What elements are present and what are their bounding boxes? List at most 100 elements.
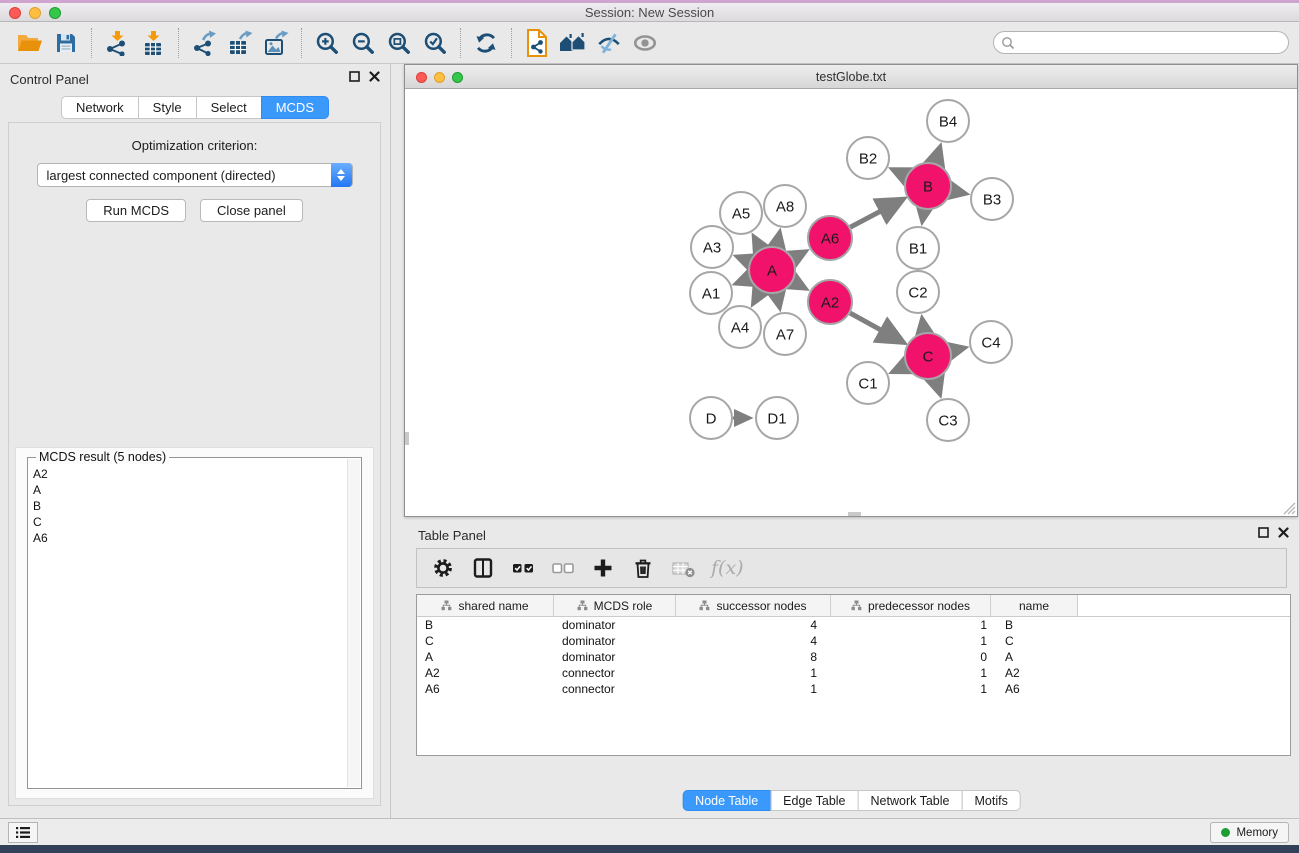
network-file-icon[interactable] — [519, 27, 555, 59]
graph-node-A[interactable]: A — [749, 247, 795, 293]
graph-edge-C-C1[interactable] — [894, 366, 907, 372]
tab-style[interactable]: Style — [138, 96, 197, 119]
graph-edge-C-C3[interactable] — [935, 379, 939, 393]
tab-network[interactable]: Network — [61, 96, 139, 119]
table-row[interactable]: Adominator80A — [417, 649, 1290, 665]
float-panel-icon[interactable] — [349, 71, 360, 82]
graph-edge-A-A7[interactable] — [777, 294, 780, 307]
tab-mcds[interactable]: MCDS — [261, 96, 329, 119]
graph-node-A4[interactable]: A4 — [719, 306, 761, 348]
zoom-fit-icon[interactable] — [381, 27, 417, 59]
tab-motifs[interactable]: Motifs — [961, 790, 1020, 811]
graph-node-D1[interactable]: D1 — [756, 397, 798, 439]
table-cell[interactable]: A2 — [417, 666, 554, 680]
table-row[interactable]: Cdominator41C — [417, 633, 1290, 649]
save-session-icon[interactable] — [48, 27, 84, 59]
column-header-MCDS-role[interactable]: MCDS role — [554, 595, 676, 616]
export-image-icon[interactable] — [258, 27, 294, 59]
create-column-icon[interactable] — [587, 553, 619, 583]
open-file-icon[interactable] — [12, 27, 48, 59]
graph-edge-B-B1[interactable] — [922, 210, 924, 221]
table-cell[interactable]: 4 — [676, 634, 831, 648]
tab-select[interactable]: Select — [196, 96, 262, 119]
show-panels-button[interactable] — [8, 822, 38, 843]
table-cell[interactable]: dominator — [554, 618, 676, 632]
graph-node-A5[interactable]: A5 — [720, 192, 762, 234]
close-panel-button[interactable]: Close panel — [200, 199, 303, 222]
delete-column-icon[interactable] — [627, 553, 659, 583]
graph-edge-C-C4[interactable] — [951, 348, 963, 351]
unselect-all-columns-icon[interactable] — [547, 553, 579, 583]
table-cell[interactable]: A — [417, 650, 554, 664]
graph-edge-A-A1[interactable] — [737, 278, 749, 283]
table-settings-gear-icon[interactable] — [427, 553, 459, 583]
graph-node-A8[interactable]: A8 — [764, 185, 806, 227]
criterion-select[interactable]: largest connected component (directed) — [37, 163, 353, 187]
zoom-out-icon[interactable] — [345, 27, 381, 59]
graph-node-B4[interactable]: B4 — [927, 100, 969, 142]
select-all-columns-icon[interactable] — [507, 553, 539, 583]
graph-node-B3[interactable]: B3 — [971, 178, 1013, 220]
memory-button[interactable]: Memory — [1210, 822, 1289, 843]
graph-edge-B-B2[interactable] — [893, 170, 906, 176]
table-cell[interactable]: C — [991, 634, 1078, 648]
table-cell[interactable]: connector — [554, 682, 676, 696]
tab-edge-table[interactable]: Edge Table — [770, 790, 858, 811]
table-cell[interactable]: 1 — [831, 618, 991, 632]
graph-node-A7[interactable]: A7 — [764, 313, 806, 355]
home-layout-icon[interactable] — [555, 27, 591, 59]
graph-edge-C-C2[interactable] — [922, 320, 924, 333]
graph-edge-B-B4[interactable] — [935, 148, 940, 163]
table-row[interactable]: A2connector11A2 — [417, 665, 1290, 681]
column-header-shared-name[interactable]: shared name — [417, 595, 554, 616]
graph-edge-A6-B[interactable] — [850, 200, 901, 227]
mcds-result-item[interactable]: A — [33, 482, 361, 498]
resize-grip[interactable] — [1283, 502, 1296, 515]
run-mcds-button[interactable]: Run MCDS — [86, 199, 186, 222]
network-canvas[interactable]: AA1A2A3A4A5A6A7A8BB1B2B3B4CC1C2C3C4DD1 — [405, 89, 1297, 516]
export-table-icon[interactable] — [222, 27, 258, 59]
graph-node-A6[interactable]: A6 — [808, 216, 852, 260]
import-network-icon[interactable] — [99, 27, 135, 59]
search-box[interactable] — [993, 31, 1289, 54]
graph-node-A1[interactable]: A1 — [690, 272, 732, 314]
graph-edge-A-A8[interactable] — [777, 233, 780, 246]
table-cell[interactable]: B — [417, 618, 554, 632]
graph-node-D[interactable]: D — [690, 397, 732, 439]
close-table-panel-icon[interactable] — [1278, 527, 1289, 538]
tab-node-table[interactable]: Node Table — [682, 790, 771, 811]
column-header-name[interactable]: name — [991, 595, 1078, 616]
table-cell[interactable]: dominator — [554, 650, 676, 664]
graph-edge-A2-C[interactable] — [850, 313, 902, 341]
table-cell[interactable]: 1 — [831, 682, 991, 696]
table-cell[interactable]: A6 — [417, 682, 554, 696]
canvas-vertical-scrollbar[interactable] — [405, 432, 409, 445]
refresh-icon[interactable] — [468, 27, 504, 59]
zoom-selected-icon[interactable] — [417, 27, 453, 59]
mcds-result-item[interactable]: C — [33, 514, 361, 530]
table-cell[interactable]: connector — [554, 666, 676, 680]
graph-edge-B-B3[interactable] — [952, 191, 965, 194]
graph-node-B[interactable]: B — [905, 163, 951, 209]
zoom-in-icon[interactable] — [309, 27, 345, 59]
graph-node-B1[interactable]: B1 — [897, 227, 939, 269]
table-cell[interactable]: dominator — [554, 634, 676, 648]
result-list-scrollbar[interactable] — [347, 459, 360, 787]
tab-network-table[interactable]: Network Table — [858, 790, 963, 811]
graph-node-A2[interactable]: A2 — [808, 280, 852, 324]
table-cell[interactable]: A — [991, 650, 1078, 664]
table-cell[interactable]: 4 — [676, 618, 831, 632]
graph-edge-A-A2[interactable] — [793, 282, 805, 288]
table-cell[interactable]: C — [417, 634, 554, 648]
graph-node-C1[interactable]: C1 — [847, 362, 889, 404]
graph-node-C3[interactable]: C3 — [927, 399, 969, 441]
graph-node-C[interactable]: C — [905, 333, 951, 379]
canvas-horizontal-scrollbar[interactable] — [848, 512, 861, 516]
graph-edge-A-A3[interactable] — [738, 257, 749, 261]
graph-node-A3[interactable]: A3 — [691, 226, 733, 268]
graph-edge-A-A5[interactable] — [754, 238, 760, 249]
float-table-panel-icon[interactable] — [1258, 527, 1269, 538]
table-cell[interactable]: 1 — [676, 666, 831, 680]
table-row[interactable]: A6connector11A6 — [417, 681, 1290, 697]
graph-node-B2[interactable]: B2 — [847, 137, 889, 179]
